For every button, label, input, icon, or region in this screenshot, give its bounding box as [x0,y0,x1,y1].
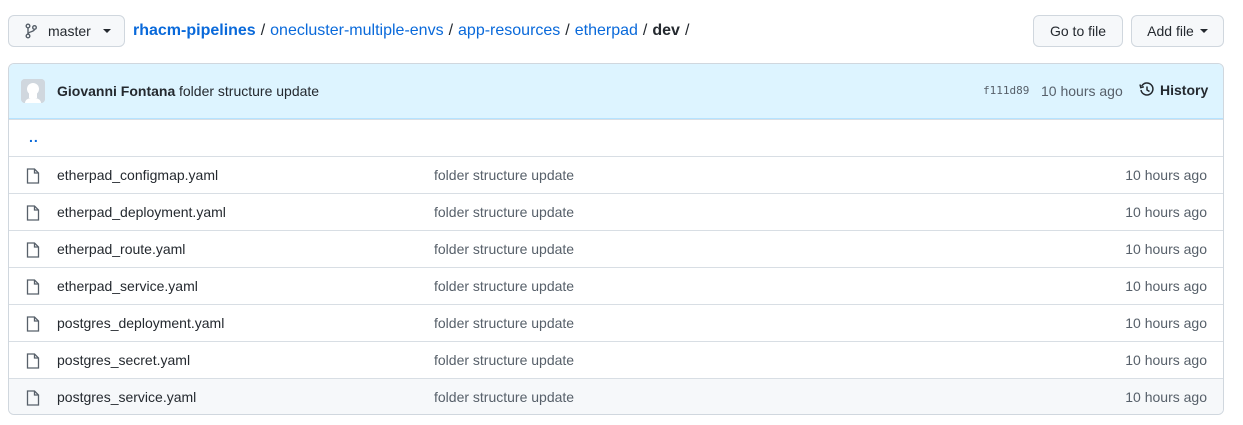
file-name-link[interactable]: etherpad_deployment.yaml [57,204,226,220]
table-row: postgres_secret.yaml folder structure up… [9,341,1223,378]
file-age: 10 hours ago [1125,278,1207,294]
file-icon [26,279,40,295]
avatar[interactable] [21,79,45,103]
parent-directory-row[interactable]: .. [9,119,1223,156]
file-icon [26,390,40,406]
file-name-link[interactable]: postgres_service.yaml [57,389,196,405]
commit-author[interactable]: Giovanni Fontana [57,83,175,99]
table-row: postgres_deployment.yaml folder structur… [9,304,1223,341]
breadcrumb-repo-link[interactable]: rhacm-pipelines [133,22,256,40]
file-name-link[interactable]: etherpad_service.yaml [57,278,198,294]
file-name-link[interactable]: etherpad_route.yaml [57,241,185,257]
table-row: etherpad_service.yaml folder structure u… [9,267,1223,304]
latest-commit-header: Giovanni Fontana folder structure update… [9,64,1223,119]
file-age: 10 hours ago [1125,204,1207,220]
table-row: etherpad_route.yaml folder structure upd… [9,230,1223,267]
file-icon [26,168,40,184]
branch-name: master [48,23,91,39]
table-row: etherpad_deployment.yaml folder structur… [9,193,1223,230]
file-commit-message[interactable]: folder structure update [434,389,574,405]
file-name-link[interactable]: postgres_deployment.yaml [57,315,224,331]
file-commit-message[interactable]: folder structure update [434,204,574,220]
file-age: 10 hours ago [1125,167,1207,183]
file-commit-message[interactable]: folder structure update [434,352,574,368]
chevron-down-icon [1199,29,1208,33]
breadcrumb-link-app-resources[interactable]: app-resources [458,22,560,40]
commit-sha[interactable]: f111d89 [983,84,1029,97]
git-branch-icon [25,23,37,39]
file-commit-message[interactable]: folder structure update [434,278,574,294]
file-icon [26,353,40,369]
file-list-box: Giovanni Fontana folder structure update… [8,63,1224,415]
table-row: postgres_service.yaml folder structure u… [9,378,1223,414]
file-age: 10 hours ago [1125,315,1207,331]
chevron-down-icon [102,29,111,33]
file-icon [26,242,40,258]
commit-age: 10 hours ago [1041,83,1123,99]
history-label: History [1160,82,1209,98]
parent-directory-link[interactable]: .. [29,129,39,145]
commit-message[interactable]: folder structure update [179,83,319,99]
file-icon [26,316,40,332]
file-commit-message[interactable]: folder structure update [434,241,574,257]
breadcrumb-separator: / [642,22,648,39]
file-commit-message[interactable]: folder structure update [434,167,574,183]
file-icon [26,205,40,221]
breadcrumb-link-onecluster-multiple-envs[interactable]: onecluster-multiple-envs [270,22,443,40]
file-age: 10 hours ago [1125,389,1207,405]
file-navigation: master rhacm-pipelines / onecluster-mult… [8,15,1224,47]
file-age: 10 hours ago [1125,241,1207,257]
add-file-label: Add file [1147,23,1194,39]
file-name-link[interactable]: postgres_secret.yaml [57,352,190,368]
breadcrumb: rhacm-pipelines / onecluster-multiple-en… [133,15,694,47]
avatar-placeholder-icon [21,79,45,103]
file-commit-message[interactable]: folder structure update [434,315,574,331]
history-link[interactable]: History [1139,82,1208,98]
table-row: etherpad_configmap.yaml folder structure… [9,156,1223,193]
go-to-file-button[interactable]: Go to file [1033,15,1123,47]
breadcrumb-separator: / [260,22,266,39]
add-file-button[interactable]: Add file [1131,15,1224,47]
breadcrumb-current: dev [652,22,680,39]
history-icon [1139,82,1154,96]
breadcrumb-separator: / [565,22,570,39]
breadcrumb-separator: / [684,22,690,39]
file-name-link[interactable]: etherpad_configmap.yaml [57,167,218,183]
file-age: 10 hours ago [1125,352,1207,368]
breadcrumb-separator: / [448,22,454,39]
breadcrumb-link-etherpad[interactable]: etherpad [575,22,638,40]
branch-select-button[interactable]: master [8,15,125,47]
